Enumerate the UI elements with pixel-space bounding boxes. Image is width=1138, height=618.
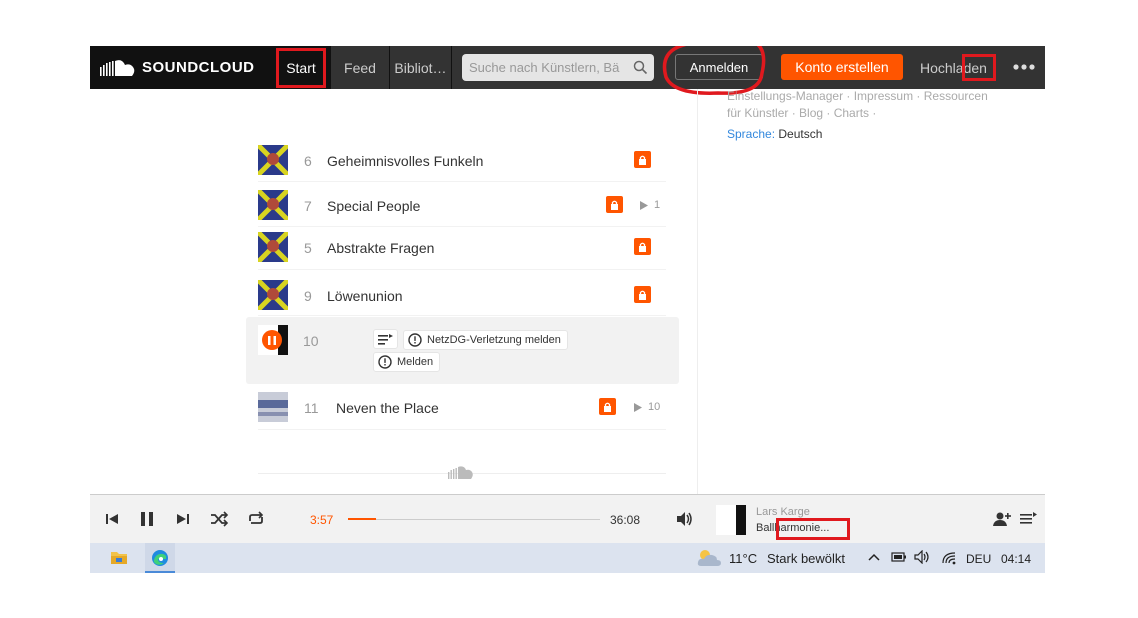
soundcloud-cloud-icon [100, 59, 135, 76]
footer-links-line-2[interactable]: für Künstler · Blog · Charts · [727, 105, 1027, 122]
track-row[interactable]: 9 Löwenunion [258, 272, 666, 316]
wifi-icon[interactable] [941, 551, 957, 565]
shuffle-icon[interactable] [209, 509, 229, 529]
add-to-queue-icon [378, 333, 393, 345]
lock-icon [634, 151, 651, 168]
track-number: 10 [303, 333, 319, 349]
track-row[interactable]: 7 Special People 1 [258, 183, 666, 227]
top-navigation-bar: SOUNDCLOUD Start Feed Bibliot… Suche nac… [90, 46, 1045, 89]
search-icon[interactable] [633, 60, 648, 75]
track-title[interactable]: Abstrakte Fragen [327, 240, 434, 256]
play-count-icon [640, 200, 648, 210]
windows-taskbar: 11°C Stark bewölkt DEU 04:14 [90, 543, 1045, 573]
progress-bar[interactable] [348, 518, 600, 520]
battery-icon[interactable] [891, 551, 907, 563]
progress-fill [348, 518, 376, 520]
add-to-queue-button[interactable] [373, 329, 398, 349]
warning-circle-icon [378, 355, 392, 369]
footer-links-line-1[interactable]: Einstellungs-Manager · Impressum · Resso… [727, 88, 1027, 105]
lock-icon [634, 238, 651, 255]
track-row[interactable]: 6 Geheimnisvolles Funkeln [258, 138, 666, 182]
track-artwork[interactable] [258, 232, 288, 262]
nav-feed[interactable]: Feed [331, 46, 390, 89]
track-number: 11 [304, 400, 319, 416]
play-count-value: 10 [648, 401, 661, 413]
pause-icon[interactable] [137, 509, 157, 529]
warning-circle-icon [408, 333, 422, 347]
language-setting[interactable]: Sprache: Deutsch [727, 127, 822, 141]
track-artwork[interactable] [258, 280, 288, 310]
create-account-button[interactable]: Konto erstellen [781, 54, 903, 80]
active-track-row[interactable] [246, 317, 679, 384]
more-options-icon[interactable] [1010, 54, 1038, 80]
previous-track-icon[interactable] [102, 509, 122, 529]
speaker-icon[interactable] [914, 550, 932, 564]
repeat-icon[interactable] [246, 509, 266, 529]
lock-icon [599, 398, 616, 415]
netzdg-report-label: NetzDG-Verletzung melden [427, 334, 561, 346]
lock-icon [606, 196, 623, 213]
play-count: 10 [634, 401, 660, 413]
input-language[interactable]: DEU [966, 552, 991, 566]
report-button[interactable]: Melden [373, 352, 441, 372]
track-number: 7 [304, 198, 312, 214]
track-number: 6 [304, 153, 312, 169]
track-title[interactable]: Geheimnisvolles Funkeln [327, 153, 483, 169]
track-artwork[interactable] [258, 145, 288, 175]
file-explorer-icon[interactable] [110, 549, 128, 565]
track-row[interactable]: 5 Abstrakte Fragen [258, 226, 666, 270]
content-divider [697, 89, 698, 494]
playlist-queue-icon[interactable] [1018, 509, 1038, 529]
edge-browser-taskbar-item[interactable] [145, 543, 175, 573]
report-label: Melden [397, 356, 434, 368]
track-number: 9 [304, 288, 312, 304]
track-row[interactable]: 11 Neven the Place 10 [258, 386, 666, 430]
browser-viewport: SOUNDCLOUD Start Feed Bibliot… Suche nac… [90, 46, 1045, 573]
annotation-box-upload [962, 54, 996, 81]
netzdg-report-button[interactable]: NetzDG-Verletzung melden [403, 330, 568, 350]
pause-button[interactable] [262, 330, 282, 350]
play-count: 1 [640, 199, 660, 211]
chevron-up-icon[interactable] [868, 552, 880, 562]
track-number: 5 [304, 240, 312, 256]
total-duration: 36:08 [610, 513, 641, 527]
track-title[interactable]: Special People [327, 198, 420, 214]
edge-browser-icon [152, 550, 168, 566]
play-count-value: 1 [654, 199, 661, 211]
weather-cloud-icon[interactable] [695, 546, 723, 570]
now-playing-artwork[interactable] [716, 505, 746, 535]
logo-text: SOUNDCLOUD [142, 59, 255, 76]
player-bar: 3:57 36:08 Lars Karge Ballharmonie... [90, 494, 1045, 543]
follow-user-icon[interactable] [992, 509, 1012, 529]
elapsed-time: 3:57 [310, 513, 334, 527]
play-count-icon [634, 402, 642, 412]
annotation-box-now-playing [776, 518, 850, 540]
track-title[interactable]: Löwenunion [327, 288, 403, 304]
track-artwork[interactable] [258, 190, 288, 220]
lock-icon [634, 286, 651, 303]
nav-library[interactable]: Bibliot… [390, 46, 452, 89]
system-clock[interactable]: 04:14 [1001, 552, 1031, 566]
weather-description[interactable]: Stark bewölkt [767, 551, 845, 566]
language-value: Deutsch [778, 127, 823, 141]
track-title[interactable]: Neven the Place [336, 400, 439, 416]
next-track-icon[interactable] [173, 509, 193, 529]
pause-icon [268, 335, 276, 345]
track-artwork[interactable] [258, 392, 288, 422]
search-placeholder: Suche nach Künstlern, Bä [469, 60, 620, 75]
volume-icon[interactable] [674, 509, 694, 529]
soundcloud-end-icon [448, 466, 473, 479]
language-label: Sprache: [727, 127, 776, 141]
weather-temperature[interactable]: 11°C [729, 551, 757, 566]
now-playing-artist[interactable]: Lars Karge [756, 506, 810, 518]
soundcloud-logo[interactable]: SOUNDCLOUD [90, 46, 272, 89]
footer-links: Einstellungs-Manager · Impressum · Resso… [727, 88, 1027, 122]
search-input[interactable]: Suche nach Künstlern, Bä [462, 54, 654, 81]
annotation-box-start [276, 48, 326, 88]
